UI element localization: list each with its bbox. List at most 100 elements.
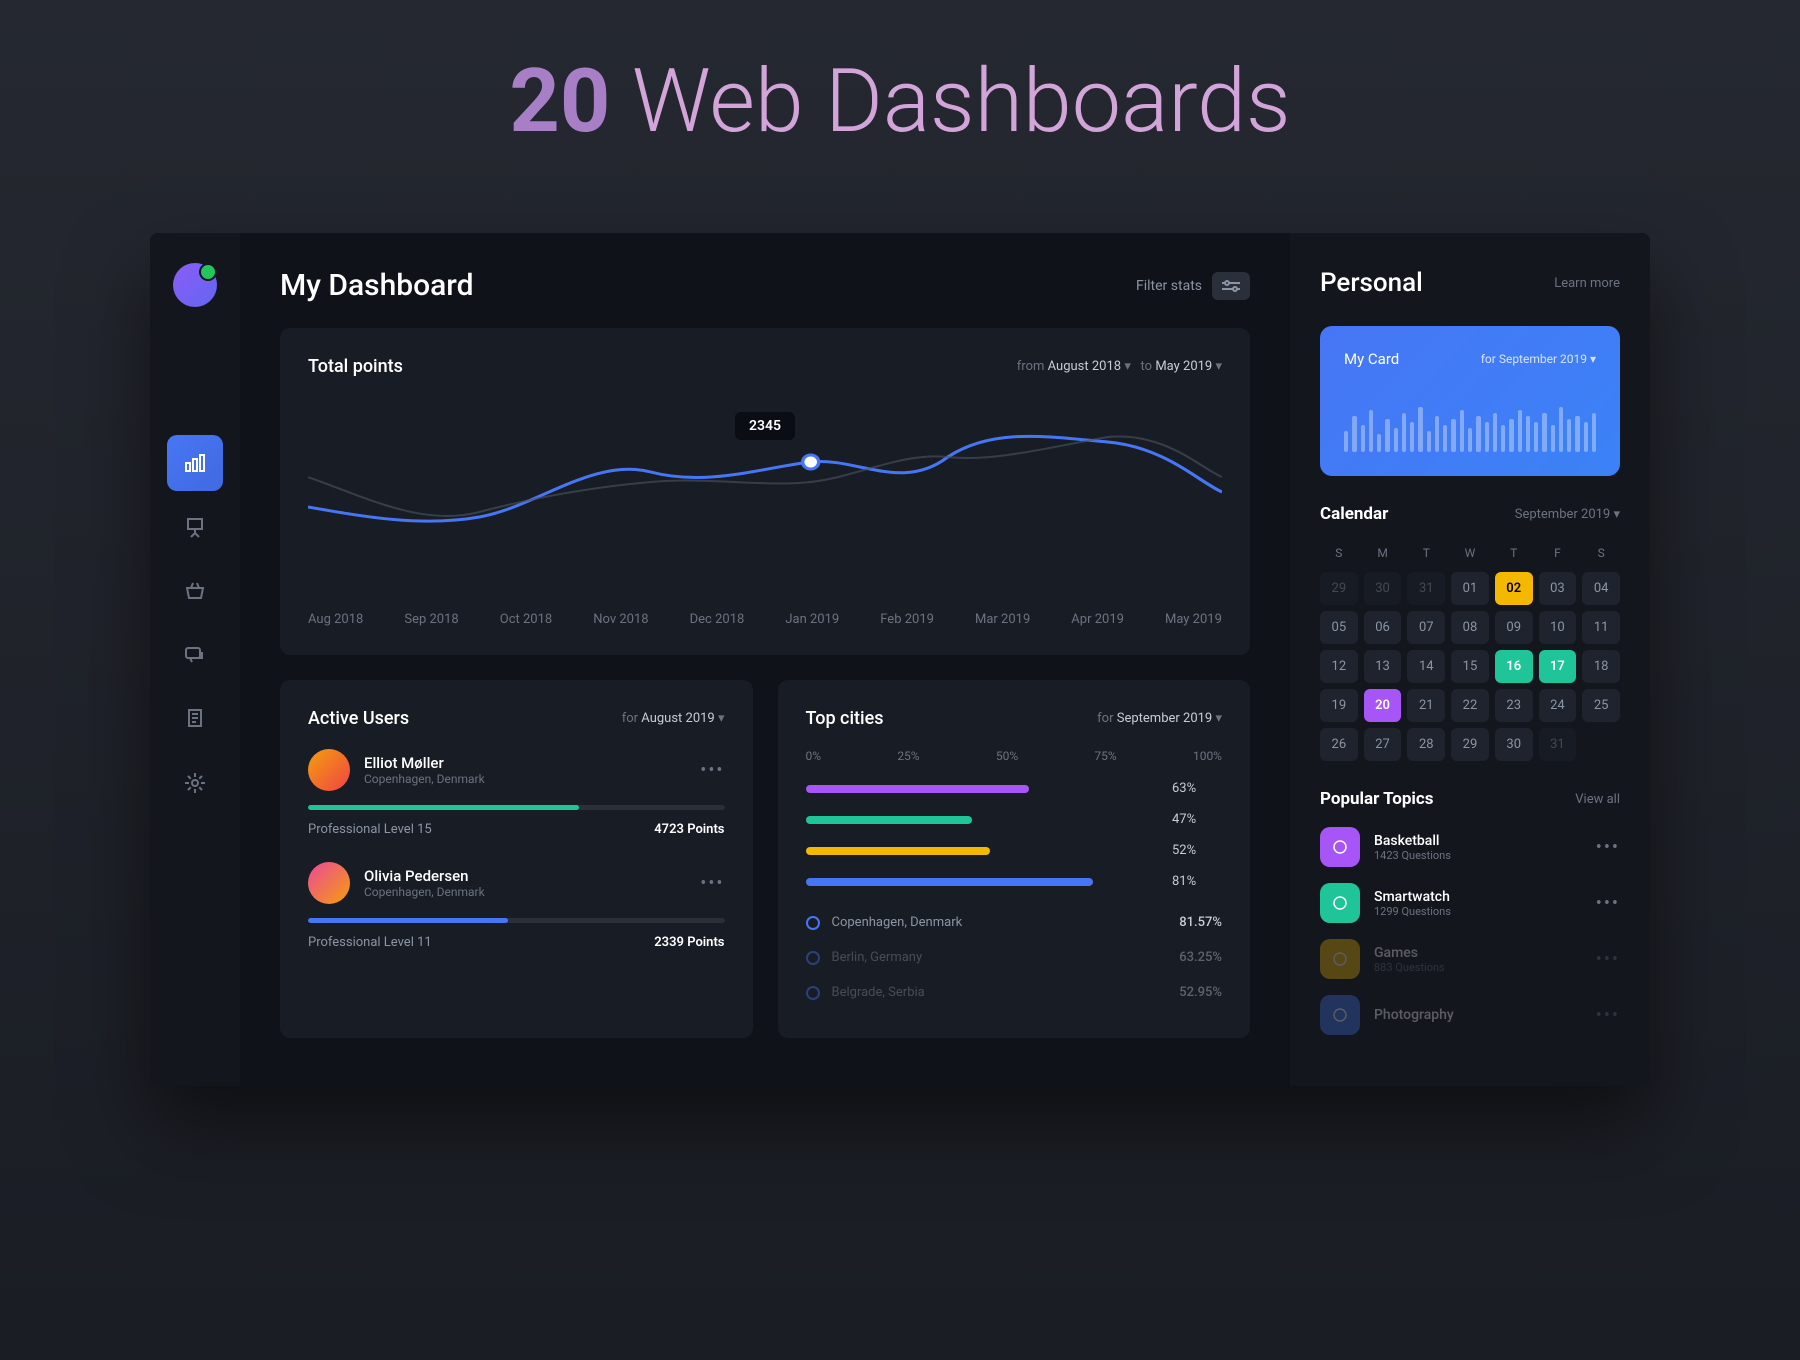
calendar-day[interactable]: 01 <box>1451 572 1489 605</box>
calendar-day[interactable]: 05 <box>1320 611 1358 644</box>
marker-icon <box>806 951 820 965</box>
hero-title: 20 Web Dashboards <box>0 50 1800 153</box>
chat-icon <box>183 643 207 667</box>
user-item: Elliot Møller Copenhagen, Denmark ••• Pr… <box>308 749 725 837</box>
calendar-day[interactable]: 29 <box>1320 572 1358 605</box>
calendar-title: Calendar <box>1320 504 1388 524</box>
calendar-dow: W <box>1451 540 1489 566</box>
more-icon[interactable]: ••• <box>700 760 724 781</box>
calendar-day[interactable]: 31 <box>1407 572 1445 605</box>
city-row[interactable]: Berlin, Germany 63.25% <box>806 940 1223 975</box>
topic-item[interactable]: Photography ••• <box>1320 995 1620 1035</box>
more-icon[interactable]: ••• <box>1596 1005 1620 1026</box>
calendar-day[interactable]: 23 <box>1495 689 1533 722</box>
active-users-date[interactable]: August 2019 <box>641 711 714 726</box>
nav-chat[interactable] <box>167 627 223 683</box>
from-date[interactable]: August 2018 <box>1048 359 1121 374</box>
calendar-day[interactable]: 16 <box>1495 650 1533 683</box>
user-avatar[interactable] <box>173 263 217 307</box>
calendar-day[interactable]: 26 <box>1320 728 1358 761</box>
calendar-day[interactable]: 27 <box>1364 728 1402 761</box>
topic-icon <box>1320 827 1360 867</box>
city-row[interactable]: Copenhagen, Denmark 81.57% <box>806 905 1223 940</box>
learn-more-link[interactable]: Learn more <box>1554 276 1620 291</box>
city-bar: 81% <box>806 874 1223 889</box>
calendar-day[interactable]: 09 <box>1495 611 1533 644</box>
hero-text: Web Dashboards <box>610 50 1290 153</box>
nav-presentation[interactable] <box>167 499 223 555</box>
basket-icon <box>183 579 207 603</box>
more-icon[interactable]: ••• <box>1596 893 1620 914</box>
calendar-day[interactable]: 14 <box>1407 650 1445 683</box>
app-window: My Dashboard Filter stats Total points f… <box>150 233 1650 1086</box>
calendar-day[interactable]: 08 <box>1451 611 1489 644</box>
my-card[interactable]: My Card for September 2019 ▾ <box>1320 326 1620 476</box>
calendar-day[interactable]: 18 <box>1582 650 1620 683</box>
line-chart[interactable]: 2345 <box>308 397 1222 597</box>
hero-number: 20 <box>509 50 610 153</box>
calendar-day[interactable]: 19 <box>1320 689 1358 722</box>
topic-item[interactable]: Games 883 Questions ••• <box>1320 939 1620 979</box>
topic-icon <box>1320 995 1360 1035</box>
user-points: 4723 Points <box>654 822 724 837</box>
topic-icon <box>1320 883 1360 923</box>
calendar-day[interactable]: 02 <box>1495 572 1533 605</box>
right-panel: Personal Learn more My Card for Septembe… <box>1290 233 1650 1086</box>
calendar-day[interactable]: 31 <box>1539 728 1577 761</box>
active-users-title: Active Users <box>308 708 409 729</box>
calendar-day[interactable]: 10 <box>1539 611 1577 644</box>
page-title: My Dashboard <box>280 268 474 303</box>
user-avatar-small[interactable] <box>308 862 350 904</box>
presentation-icon <box>183 515 207 539</box>
more-icon[interactable]: ••• <box>700 873 724 894</box>
calendar-day[interactable]: 03 <box>1539 572 1577 605</box>
view-all-link[interactable]: View all <box>1575 792 1620 807</box>
calendar-day[interactable]: 04 <box>1582 572 1620 605</box>
calendar-day[interactable]: 24 <box>1539 689 1577 722</box>
filter-stats-button[interactable]: Filter stats <box>1136 272 1250 300</box>
nav-dashboard[interactable] <box>167 435 223 491</box>
user-location: Copenhagen, Denmark <box>364 772 686 786</box>
calendar-day[interactable]: 30 <box>1364 572 1402 605</box>
nav-settings[interactable] <box>167 755 223 811</box>
calendar-day[interactable]: 30 <box>1495 728 1533 761</box>
user-avatar-small[interactable] <box>308 749 350 791</box>
calendar-day[interactable]: 25 <box>1582 689 1620 722</box>
sidebar <box>150 233 240 1086</box>
more-icon[interactable]: ••• <box>1596 837 1620 858</box>
top-cities-date[interactable]: September 2019 <box>1117 711 1213 726</box>
calendar-day[interactable]: 15 <box>1451 650 1489 683</box>
calendar-day[interactable]: 13 <box>1364 650 1402 683</box>
x-axis-labels: Aug 2018Sep 2018Oct 2018Nov 2018Dec 2018… <box>308 612 1222 627</box>
my-card-date[interactable]: for September 2019 ▾ <box>1481 352 1596 366</box>
calendar-day[interactable]: 21 <box>1407 689 1445 722</box>
user-location: Copenhagen, Denmark <box>364 885 686 899</box>
calendar-day[interactable]: 22 <box>1451 689 1489 722</box>
calendar-day[interactable]: 06 <box>1364 611 1402 644</box>
calendar-day[interactable]: 07 <box>1407 611 1445 644</box>
calendar-day[interactable]: 12 <box>1320 650 1358 683</box>
user-points: 2339 Points <box>654 935 724 950</box>
calendar-dow: T <box>1495 540 1533 566</box>
nav-docs[interactable] <box>167 691 223 747</box>
calendar-day[interactable]: 17 <box>1539 650 1577 683</box>
more-icon[interactable]: ••• <box>1596 949 1620 970</box>
city-row[interactable]: Belgrade, Serbia 52.95% <box>806 975 1223 1010</box>
calendar-day[interactable]: 11 <box>1582 611 1620 644</box>
calendar-dow: S <box>1320 540 1358 566</box>
calendar-month[interactable]: September 2019 ▾ <box>1515 507 1620 522</box>
user-name: Elliot Møller <box>364 754 686 772</box>
main-header: My Dashboard Filter stats <box>280 268 1250 303</box>
topic-item[interactable]: Basketball 1423 Questions ••• <box>1320 827 1620 867</box>
topic-item[interactable]: Smartwatch 1299 Questions ••• <box>1320 883 1620 923</box>
nav-cart[interactable] <box>167 563 223 619</box>
calendar-day[interactable]: 20 <box>1364 689 1402 722</box>
calendar-day[interactable]: 28 <box>1407 728 1445 761</box>
date-range: from August 2018 ▾ to May 2019 ▾ <box>1017 359 1222 374</box>
calendar-day[interactable]: 29 <box>1451 728 1489 761</box>
user-level: Professional Level 11 <box>308 935 432 950</box>
to-date[interactable]: May 2019 <box>1155 359 1212 374</box>
sparkline-chart <box>1344 392 1596 452</box>
bar-chart-icon <box>183 451 207 475</box>
calendar-dow: M <box>1364 540 1402 566</box>
